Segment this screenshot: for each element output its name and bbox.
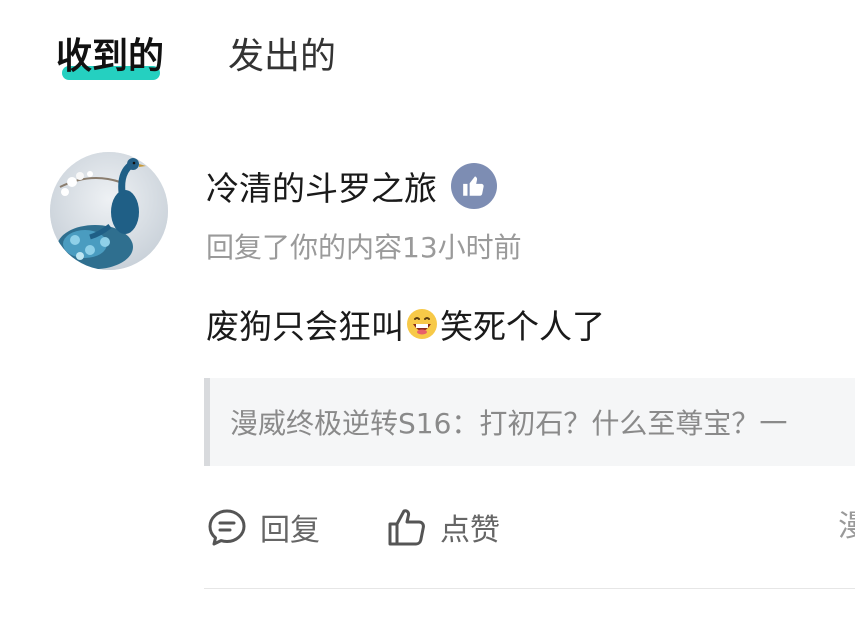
tab-received[interactable]: 收到的 — [56, 34, 164, 80]
divider — [204, 588, 855, 589]
user-row: 冷清的斗罗之旅 — [206, 160, 497, 212]
truncated-action-label[interactable]: 漫 — [838, 504, 855, 550]
thumbs-up-outline-icon — [388, 509, 425, 546]
action-bar: 回复 点赞 漫 — [206, 504, 855, 550]
quote-bar — [204, 378, 210, 466]
comment-text-part2: 笑死个人了 — [440, 307, 605, 346]
grinning-face-emoji-icon — [406, 308, 438, 340]
avatar[interactable] — [50, 152, 168, 270]
tab-received-label: 收到的 — [56, 36, 165, 77]
reply-label: 回复 — [260, 513, 320, 548]
comment-text-part1: 废狗只会狂叫 — [206, 307, 404, 346]
thumbs-up-icon — [451, 163, 497, 209]
quoted-content-text: 漫威终极逆转S16：打初石？什么至尊宝？一 — [230, 407, 788, 440]
quoted-content-card[interactable]: 漫威终极逆转S16：打初石？什么至尊宝？一 — [204, 378, 855, 466]
reply-button[interactable]: 回复 — [206, 504, 320, 550]
comment-icon — [208, 509, 246, 546]
peacock-avatar-image — [50, 152, 168, 270]
notification-meta: 回复了你的内容13小时前 — [206, 231, 522, 264]
comment-text: 废狗只会狂叫 笑死个人了 — [206, 300, 605, 348]
tab-sent-label: 发出的 — [228, 36, 337, 77]
username[interactable]: 冷清的斗罗之旅 — [206, 162, 437, 210]
tab-sent[interactable]: 发出的 — [228, 34, 336, 80]
like-label: 点赞 — [440, 513, 500, 548]
like-button[interactable]: 点赞 — [386, 504, 500, 550]
